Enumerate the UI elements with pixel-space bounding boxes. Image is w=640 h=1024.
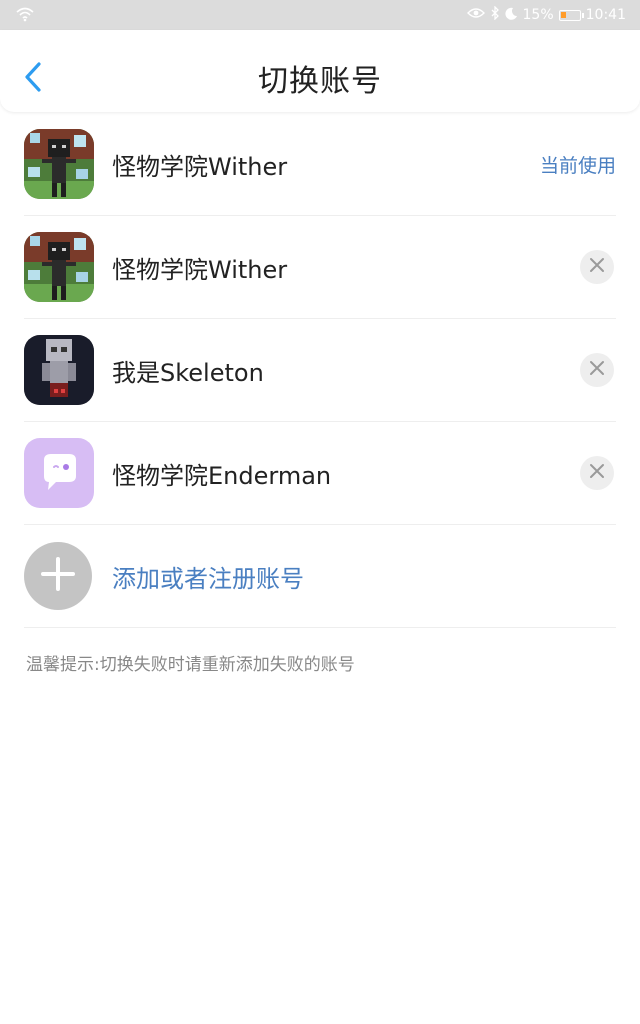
- account-name: 怪物学院Wither: [112, 152, 288, 181]
- eye-icon: [466, 7, 485, 23]
- add-account-button[interactable]: [24, 542, 92, 610]
- current-account-label: 当前使用: [539, 154, 616, 177]
- moon-icon: [504, 7, 518, 24]
- plus-icon: [40, 556, 76, 596]
- avatar: [24, 129, 94, 199]
- remove-account-button[interactable]: [580, 456, 614, 490]
- header: 切换账号: [0, 30, 640, 112]
- battery-percent: 15%: [522, 7, 554, 23]
- remove-account-button[interactable]: [580, 250, 614, 284]
- account-row[interactable]: 我是Skeleton: [24, 319, 616, 422]
- account-row[interactable]: 怪物学院Enderman: [24, 422, 616, 525]
- wifi-icon: [16, 6, 34, 26]
- close-icon: [589, 463, 605, 483]
- avatar: [24, 335, 94, 405]
- close-icon: [589, 257, 605, 277]
- account-list: 怪物学院Wither 当前使用 怪物学院Wither 我是Skeleton 怪物…: [0, 113, 640, 628]
- avatar: [24, 438, 94, 508]
- battery-icon: [558, 9, 584, 21]
- tip-text: 温馨提示:切换失败时请重新添加失败的账号: [26, 655, 355, 675]
- account-row[interactable]: 怪物学院Wither 当前使用: [24, 113, 616, 216]
- page-title: 切换账号: [258, 64, 382, 99]
- account-name: 我是Skeleton: [112, 358, 264, 387]
- remove-account-button[interactable]: [580, 353, 614, 387]
- add-account-row[interactable]: 添加或者注册账号: [24, 525, 616, 628]
- account-name: 怪物学院Enderman: [112, 461, 332, 490]
- account-row[interactable]: 怪物学院Wither: [24, 216, 616, 319]
- clock: 10:41: [585, 7, 626, 23]
- avatar: [24, 232, 94, 302]
- close-icon: [589, 360, 605, 380]
- add-account-label: 添加或者注册账号: [112, 564, 304, 593]
- status-bar: 15% 10:41: [0, 0, 640, 30]
- bluetooth-icon: [490, 5, 500, 24]
- account-name: 怪物学院Wither: [112, 255, 288, 284]
